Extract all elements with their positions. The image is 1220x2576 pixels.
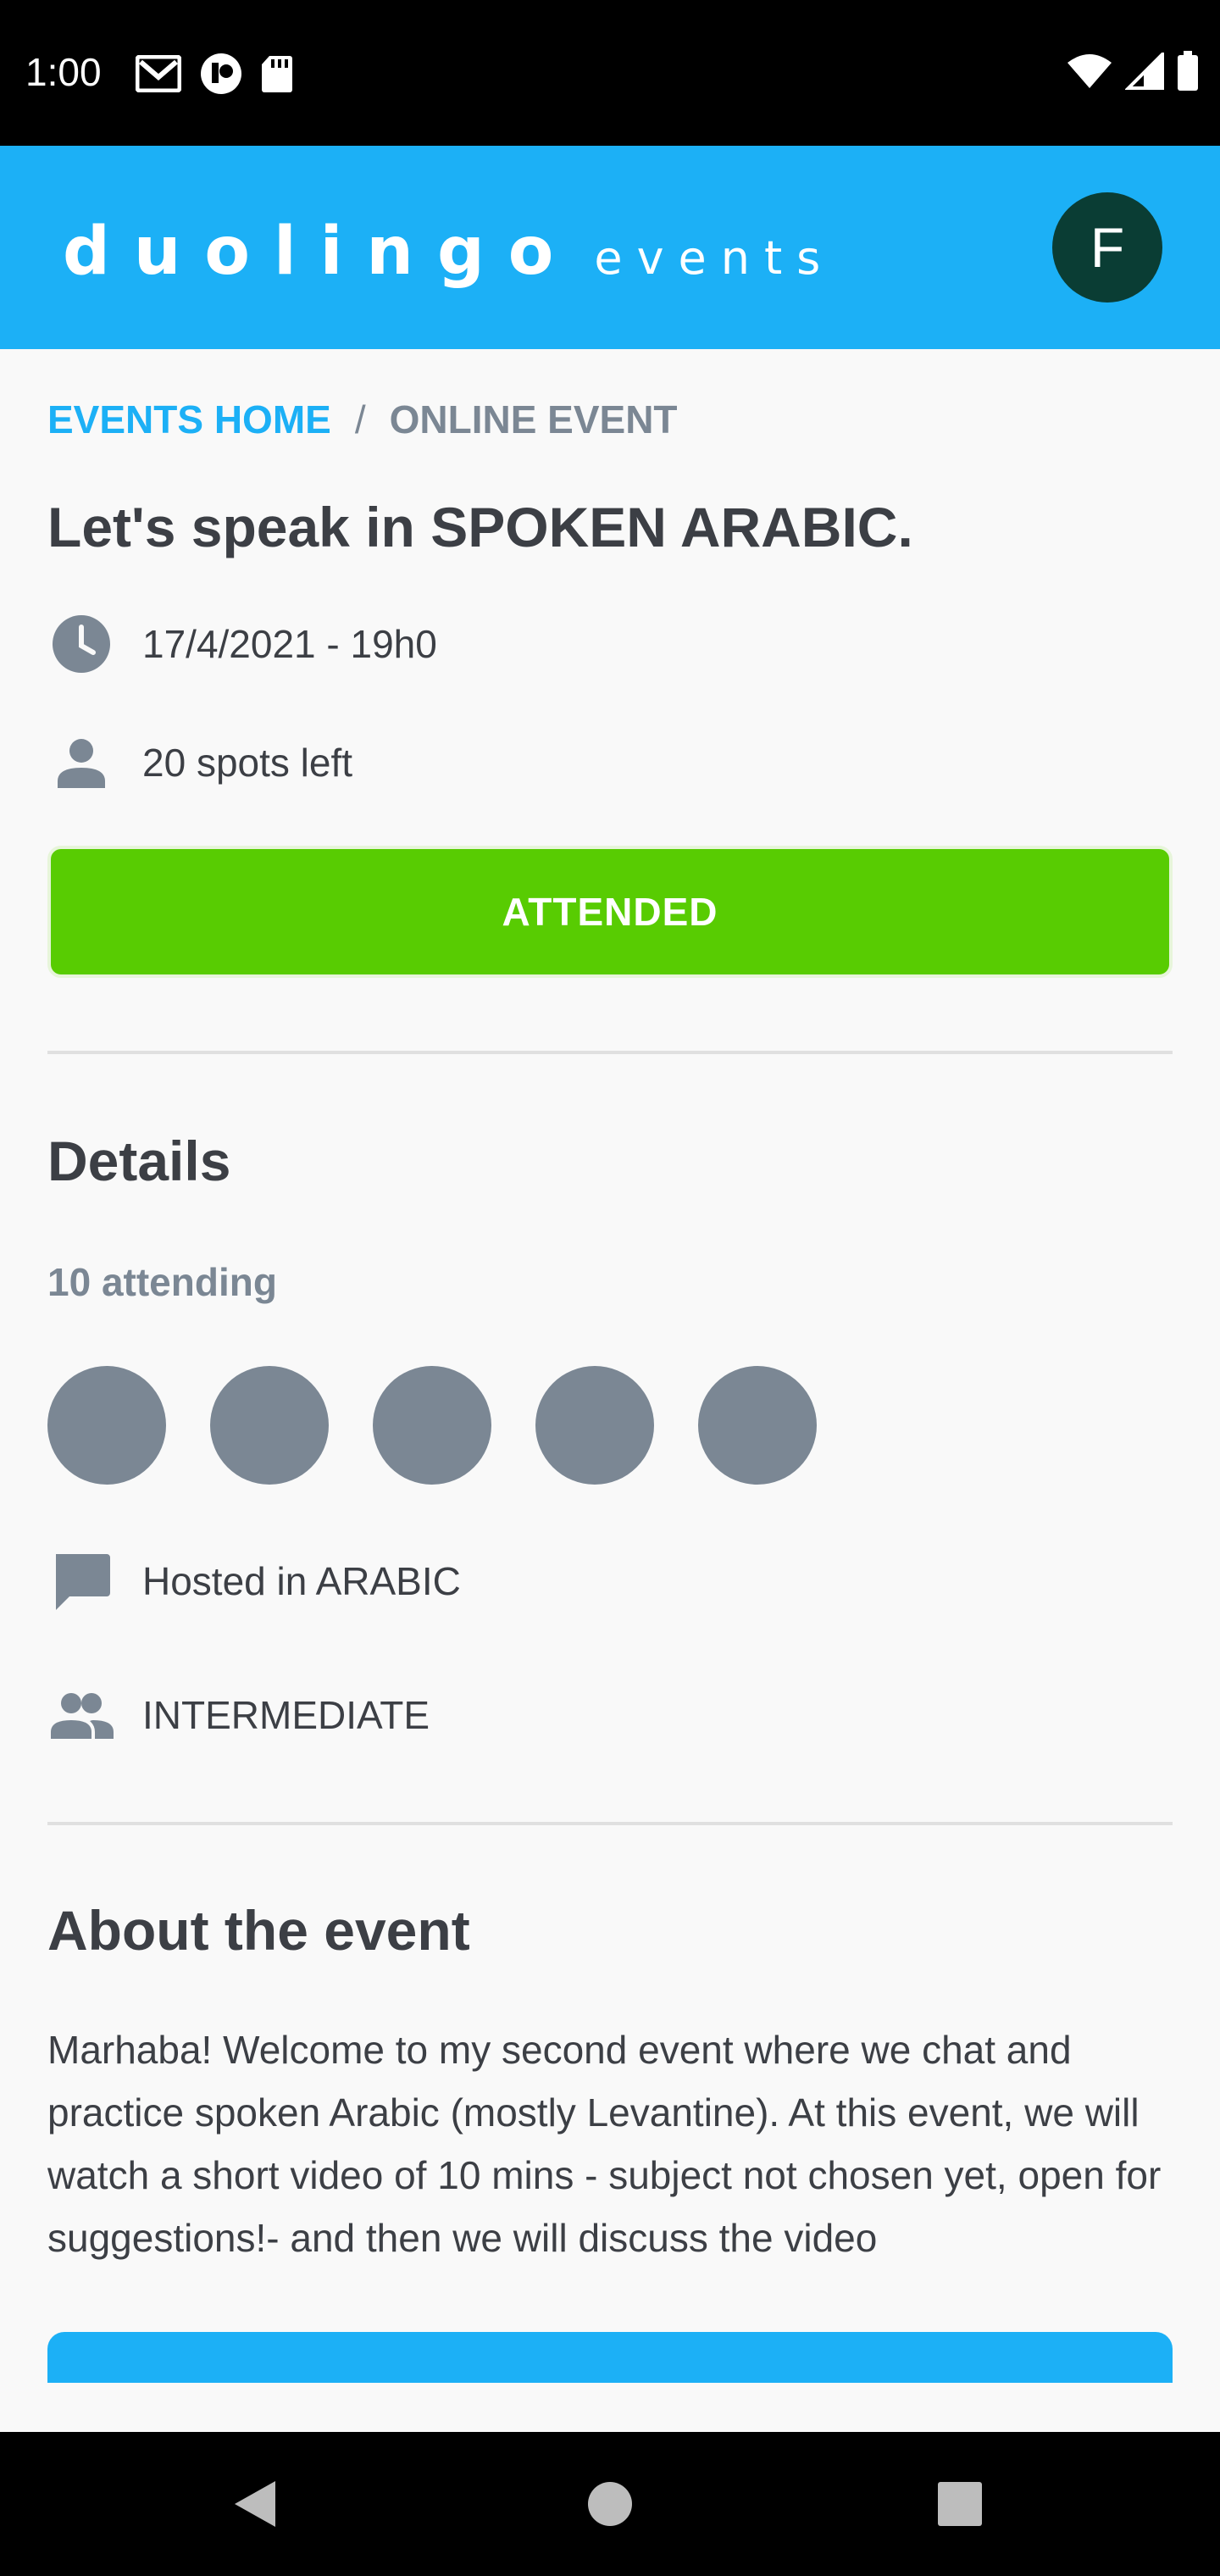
event-title: Let's speak in SPOKEN ARABIC.	[47, 496, 913, 558]
brand-main: duolingo	[63, 214, 578, 290]
attending-count: 10 attending	[47, 1260, 277, 1304]
user-avatar[interactable]: F	[1052, 192, 1162, 303]
status-time: 1:00	[25, 50, 102, 94]
brand-logo[interactable]: duolingo events	[63, 214, 835, 290]
attendee-avatar[interactable]	[210, 1366, 329, 1485]
attended-button[interactable]: ATTENDED	[47, 846, 1173, 978]
attendee-list	[47, 1366, 817, 1485]
event-language-row: Hosted in ARABIC	[47, 1547, 461, 1615]
divider	[47, 1822, 1173, 1825]
group-icon	[47, 1681, 115, 1749]
battery-icon	[1176, 51, 1200, 96]
back-icon[interactable]	[225, 2474, 285, 2534]
about-text: Marhaba! Welcome to my second event wher…	[47, 2028, 1162, 2260]
sd-card-icon	[261, 54, 293, 97]
divider	[47, 1051, 1173, 1054]
chat-bubble-icon	[47, 1547, 115, 1615]
bottom-action-button[interactable]	[47, 2332, 1173, 2383]
event-datetime-row: 17/4/2021 - 19h0	[47, 610, 437, 678]
attendee-avatar[interactable]	[698, 1366, 817, 1485]
app-header: duolingo events F	[0, 146, 1220, 349]
recents-icon[interactable]	[930, 2474, 990, 2534]
avatar-letter: F	[1090, 216, 1125, 279]
attendee-avatar[interactable]	[373, 1366, 491, 1485]
app-icon	[200, 53, 242, 99]
event-datetime: 17/4/2021 - 19h0	[142, 622, 437, 666]
attendee-avatar[interactable]	[47, 1366, 166, 1485]
wifi-icon	[1066, 53, 1113, 94]
breadcrumb-events-home[interactable]: EVENTS HOME	[47, 397, 331, 442]
brand-sub: events	[594, 231, 835, 285]
event-level-row: INTERMEDIATE	[47, 1681, 430, 1749]
clock-icon	[47, 610, 115, 678]
home-icon[interactable]	[580, 2474, 640, 2534]
breadcrumb-separator: /	[354, 397, 366, 441]
person-icon	[47, 729, 115, 797]
event-spots: 20 spots left	[142, 741, 353, 785]
event-level: INTERMEDIATE	[142, 1693, 430, 1737]
event-spots-row: 20 spots left	[47, 729, 352, 797]
breadcrumb-current: ONLINE EVENT	[389, 397, 678, 441]
attendee-avatar[interactable]	[535, 1366, 654, 1485]
navigation-bar	[0, 2432, 1220, 2576]
gmail-icon	[135, 54, 182, 97]
details-heading: Details	[47, 1130, 231, 1192]
status-bar: 1:00	[0, 0, 1220, 146]
about-heading: About the event	[47, 1899, 470, 1962]
cell-signal-icon	[1124, 50, 1164, 94]
breadcrumb: EVENTS HOME / ONLINE EVENT	[47, 397, 678, 442]
event-language: Hosted in ARABIC	[142, 1559, 461, 1603]
